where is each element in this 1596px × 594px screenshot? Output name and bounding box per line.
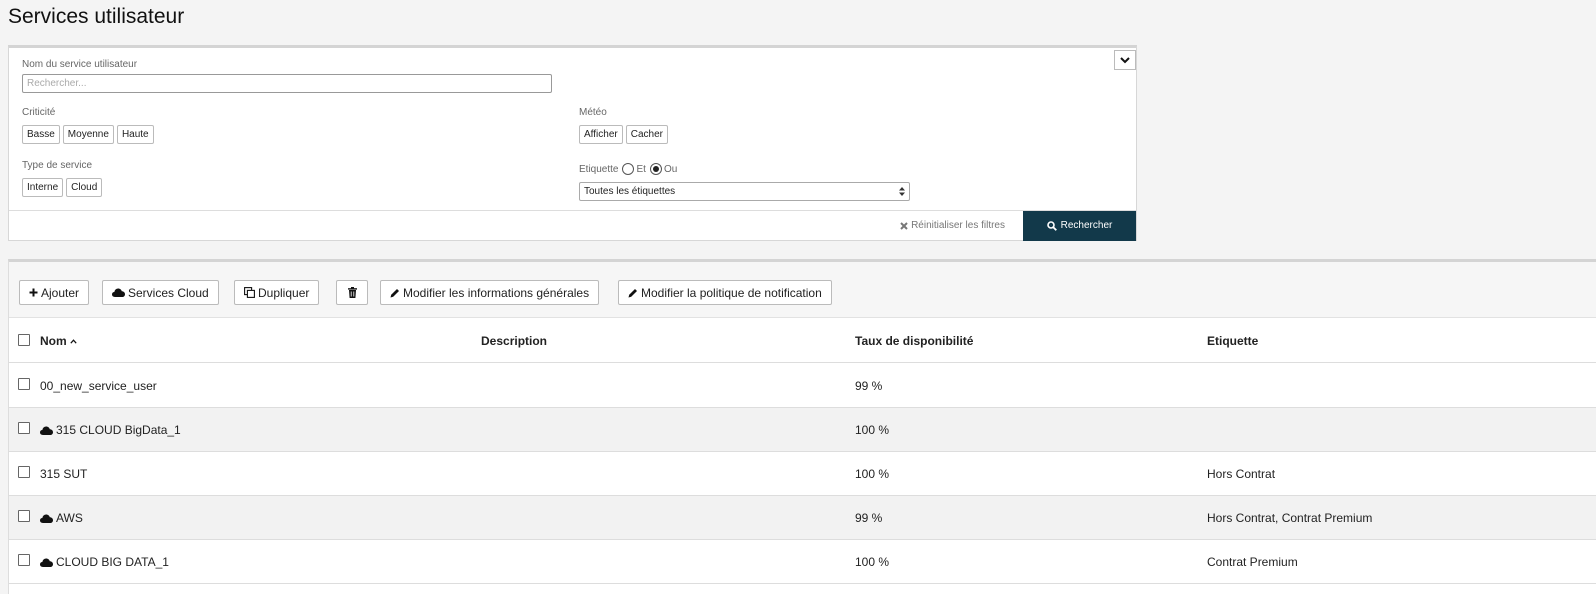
row-checkbox[interactable]	[18, 422, 30, 434]
column-header-name[interactable]: Nom	[40, 334, 77, 348]
reset-filters-button[interactable]: Réinitialiser les filtres	[882, 220, 1023, 231]
row-checkbox[interactable]	[18, 554, 30, 566]
tag-and-label: Et	[636, 163, 646, 175]
plus-icon	[29, 288, 38, 297]
column-header-description[interactable]: Description	[481, 334, 547, 348]
column-header-availability[interactable]: Taux de disponibilité	[855, 334, 973, 348]
filter-panel: Nom du service utilisateur Criticité Bas…	[8, 45, 1137, 241]
weather-options: Afficher Cacher	[579, 125, 668, 144]
actions-toolbar: Ajouter Services Cloud Dupliquer Modifie…	[9, 262, 1596, 318]
weather-label: Météo	[579, 107, 607, 118]
search-icon	[1046, 220, 1057, 231]
table-row[interactable]: CLOUD BIG DATA_1 100 % Contrat Premium	[9, 540, 1596, 584]
service-type-internal-button[interactable]: Interne	[22, 178, 64, 197]
table-row[interactable]: 315 SUT 100 % Hors Contrat	[9, 452, 1596, 496]
edit-general-info-label: Modifier les informations générales	[403, 285, 590, 300]
cloud-icon	[40, 558, 53, 567]
copy-icon	[244, 287, 255, 298]
row-name: CLOUD BIG DATA_1	[56, 555, 169, 569]
page-title: Services utilisateur	[8, 5, 185, 28]
chevron-up-icon	[70, 338, 77, 344]
service-name-search-input[interactable]	[22, 74, 552, 93]
criticality-low-button[interactable]: Basse	[22, 125, 60, 144]
pencil-icon	[390, 288, 400, 298]
criticality-medium-button[interactable]: Moyenne	[62, 125, 114, 144]
cloud-icon	[40, 426, 53, 435]
table-row[interactable]: 00_new_service_user 99 %	[9, 364, 1596, 408]
cloud-icon	[40, 514, 53, 523]
weather-show-button[interactable]: Afficher	[579, 125, 623, 144]
tag-select-value: Toutes les étiquettes	[584, 186, 676, 197]
tag-label: Etiquette	[579, 163, 619, 175]
row-checkbox[interactable]	[18, 466, 30, 478]
cloud-services-button[interactable]: Services Cloud	[102, 280, 219, 305]
edit-notification-policy-label: Modifier la politique de notification	[641, 285, 822, 300]
row-name-cell[interactable]: 00_new_service_user	[40, 379, 157, 393]
row-tag: Hors Contrat	[1207, 467, 1276, 481]
chevron-down-icon	[1120, 56, 1130, 64]
edit-notification-policy-button[interactable]: Modifier la politique de notification	[618, 280, 832, 305]
row-name: AWS	[56, 511, 83, 525]
collapse-filters-button[interactable]	[1114, 50, 1136, 70]
table-row[interactable]: AWS 99 % Hors Contrat, Contrat Premium	[9, 496, 1596, 540]
row-availability: 99 %	[855, 511, 883, 525]
service-type-options: Interne Cloud	[22, 178, 103, 197]
search-button-label: Rechercher	[1060, 220, 1113, 231]
row-name-cell[interactable]: 315 CLOUD BigData_1	[40, 423, 181, 437]
column-header-tag[interactable]: Etiquette	[1207, 334, 1258, 348]
search-button[interactable]: Rechercher	[1023, 210, 1136, 241]
times-icon	[900, 221, 908, 230]
table-header: Nom Description Taux de disponibilité Et…	[9, 319, 1596, 363]
row-availability: 100 %	[855, 423, 890, 437]
pencil-icon	[628, 288, 638, 298]
row-name: 00_new_service_user	[40, 379, 157, 393]
row-availability: 99 %	[855, 379, 883, 393]
row-name-cell[interactable]: CLOUD BIG DATA_1	[40, 555, 169, 569]
row-checkbox[interactable]	[18, 510, 30, 522]
row-name-cell[interactable]: AWS	[40, 511, 83, 525]
service-type-cloud-button[interactable]: Cloud	[66, 178, 103, 197]
tag-and-radio[interactable]	[622, 163, 635, 175]
criticality-high-button[interactable]: Haute	[116, 125, 154, 144]
duplicate-label: Dupliquer	[258, 285, 310, 300]
row-tag: Hors Contrat, Contrat Premium	[1207, 511, 1373, 525]
column-name-label: Nom	[40, 334, 67, 348]
weather-hide-button[interactable]: Cacher	[625, 125, 668, 144]
filter-footer: Réinitialiser les filtres Rechercher	[9, 210, 1136, 241]
select-arrows-icon	[899, 187, 905, 196]
criticality-label: Criticité	[22, 107, 56, 118]
tag-mode-group: Etiquette Et Ou	[579, 163, 677, 175]
select-all-checkbox[interactable]	[18, 334, 30, 346]
row-availability: 100 %	[855, 555, 890, 569]
reset-filters-label: Réinitialiser les filtres	[911, 220, 1005, 231]
add-button-label: Ajouter	[41, 285, 80, 300]
results-panel: Ajouter Services Cloud Dupliquer Modifie…	[8, 259, 1596, 594]
table-row[interactable]: 315 CLOUD BigData_1 100 %	[9, 408, 1596, 452]
edit-general-info-button[interactable]: Modifier les informations générales	[380, 280, 600, 305]
tag-or-label: Ou	[663, 163, 678, 175]
cloud-services-label: Services Cloud	[128, 285, 209, 300]
delete-button[interactable]	[336, 280, 368, 305]
row-availability: 100 %	[855, 467, 890, 481]
row-name-cell[interactable]: 315 SUT	[40, 467, 87, 481]
row-name: 315 SUT	[40, 467, 88, 481]
add-button[interactable]: Ajouter	[19, 280, 90, 305]
row-name: 315 CLOUD BigData_1	[56, 423, 181, 437]
cloud-icon	[112, 288, 125, 297]
service-type-label: Type de service	[22, 160, 93, 171]
row-tag: Contrat Premium	[1207, 555, 1298, 569]
criticality-options: Basse Moyenne Haute	[22, 125, 154, 144]
row-checkbox[interactable]	[18, 378, 30, 390]
duplicate-button[interactable]: Dupliquer	[234, 280, 320, 305]
trash-icon	[347, 287, 357, 298]
tag-or-radio[interactable]	[649, 163, 662, 175]
service-name-label: Nom du service utilisateur	[22, 59, 138, 70]
tag-select[interactable]: Toutes les étiquettes	[579, 182, 910, 201]
